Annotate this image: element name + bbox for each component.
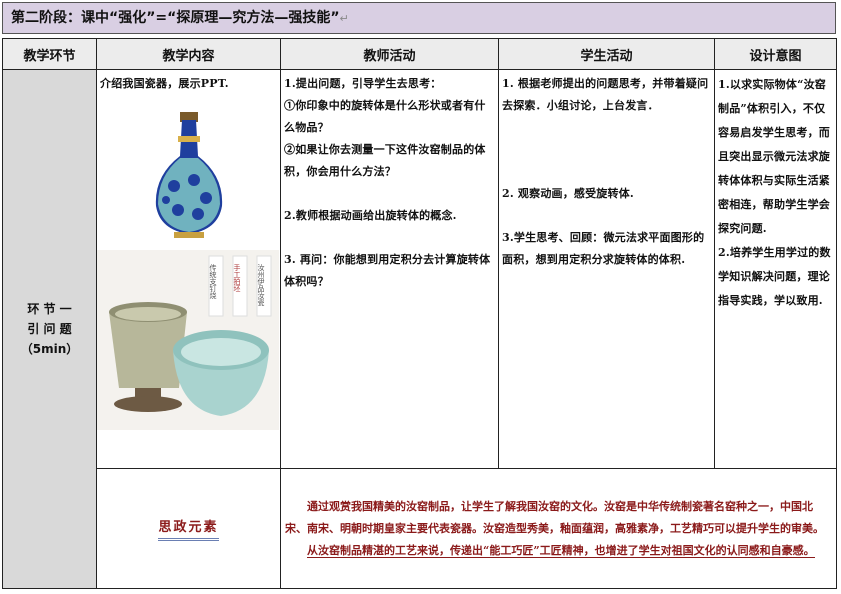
teacher-step-2: 2.教师根据动画给出旋转体的概念. [284, 209, 457, 222]
student-step-2: 2. 观察动画，感受旋转体. [502, 187, 634, 200]
content-intro: 介绍我国瓷器，展示PPT. [100, 77, 229, 90]
teacher-cell: 1.提出问题，引导学生去思考： ①你印象中的旋转体是什么形状或者有什么物品？ ②… [280, 69, 499, 469]
teacher-step-3: 3. 再问：你能想到用定积分去计算旋转体体积吗？ [284, 253, 491, 288]
sizheng-title-cell: 思政元素 [96, 468, 281, 589]
stage-title: 第二阶段：课中“强化”=“探原理—究方法—强技能” [11, 10, 340, 26]
return-mark-icon: ↵ [339, 12, 349, 25]
header-row: 教学环节 教学内容 教师活动 学生活动 设计意图 [2, 38, 837, 70]
content-cell: 介绍我国瓷器，展示PPT. 传统支钉烧 手工拍坯 汝州伊品汝瓷 [96, 69, 281, 469]
teacher-question-1: ①你印象中的旋转体是什么形状或者有什么物品？ [284, 99, 486, 134]
sizheng-row: 思政元素 通过观赏我国精美的汝窑制品，让学生了解我国汝窑的文化。汝窑是中华传统制… [3, 468, 837, 589]
student-step-1: 1. 根据老师提出的问题思考，并带着疑问去探索．小组讨论，上台发言． [502, 77, 709, 112]
sizheng-paragraph-1: 通过观赏我国精美的汝窑制品，让学生了解我国汝窑的文化。汝窑是中华传统制瓷著名窑种… [285, 499, 824, 535]
header-intent: 设计意图 [714, 38, 837, 70]
teacher-question-2: ②如果让你去测量一下这件汝窑制品的体积，你会用什么方法？ [284, 143, 486, 178]
intent-cell: 1.以求实际物体“汝窑制品”体积引入，不仅容易启发学生思考，而且突出显示微元法求… [714, 69, 837, 469]
cup-caption-1: 汝州伊品汝瓷 [257, 263, 265, 307]
ru-vase-image [155, 112, 222, 238]
intent-point-2: 2.培养学生用学过的数学知识解决问题，理论指导实践，学以致用. [718, 246, 831, 307]
student-cell: 1. 根据老师提出的问题思考，并带着疑问去探索．小组讨论，上台发言． 2. 观察… [498, 69, 715, 469]
stage-title-bar: 第二阶段：课中“强化”=“探原理—究方法—强技能”↵ [2, 2, 836, 34]
student-step-3: 3.学生思考、回顾：微元法求平面图形的面积，想到用定积分求旋转体的体积. [502, 231, 705, 266]
cup-caption-2: 手工拍坯 [233, 263, 241, 292]
sizheng-title: 思政元素 [158, 516, 219, 541]
header-content: 教学内容 [96, 38, 281, 70]
header-teacher: 教师活动 [280, 38, 499, 70]
cup-caption-3: 传统支钉烧 [209, 263, 217, 300]
segment-one-row: 环 节 一 引 问 题 （5min） 介绍我国瓷器，展示PPT. 传统支钉烧 手… [2, 69, 837, 589]
teacher-step-1: 1.提出问题，引导学生去思考： [284, 77, 442, 90]
lesson-plan-table: 教学环节 教学内容 教师活动 学生活动 设计意图 环 节 一 引 问 题 （5m… [2, 38, 837, 589]
segment-line-1: 环 节 一 [27, 302, 72, 316]
segment-cell: 环 节 一 引 问 题 （5min） [2, 69, 97, 589]
sizheng-text-cell: 通过观赏我国精美的汝窑制品，让学生了解我国汝窑的文化。汝窑是中华传统制瓷著名窑种… [280, 468, 837, 589]
celadon-cups-image: 传统支钉烧 手工拍坯 汝州伊品汝瓷 [97, 250, 279, 430]
sizheng-paragraph-2: 从汝窑制品精湛的工艺来说，传递出“能工巧匠”工匠精神，也增进了学生对祖国文化的认… [307, 543, 815, 558]
header-student: 学生活动 [498, 38, 715, 70]
segment-duration: （5min） [20, 342, 79, 356]
segment-line-2: 引 问 题 [27, 322, 72, 336]
header-segment: 教学环节 [2, 38, 97, 70]
intent-point-1: 1.以求实际物体“汝窑制品”体积引入，不仅容易启发学生思考，而且突出显示微元法求… [718, 78, 830, 235]
